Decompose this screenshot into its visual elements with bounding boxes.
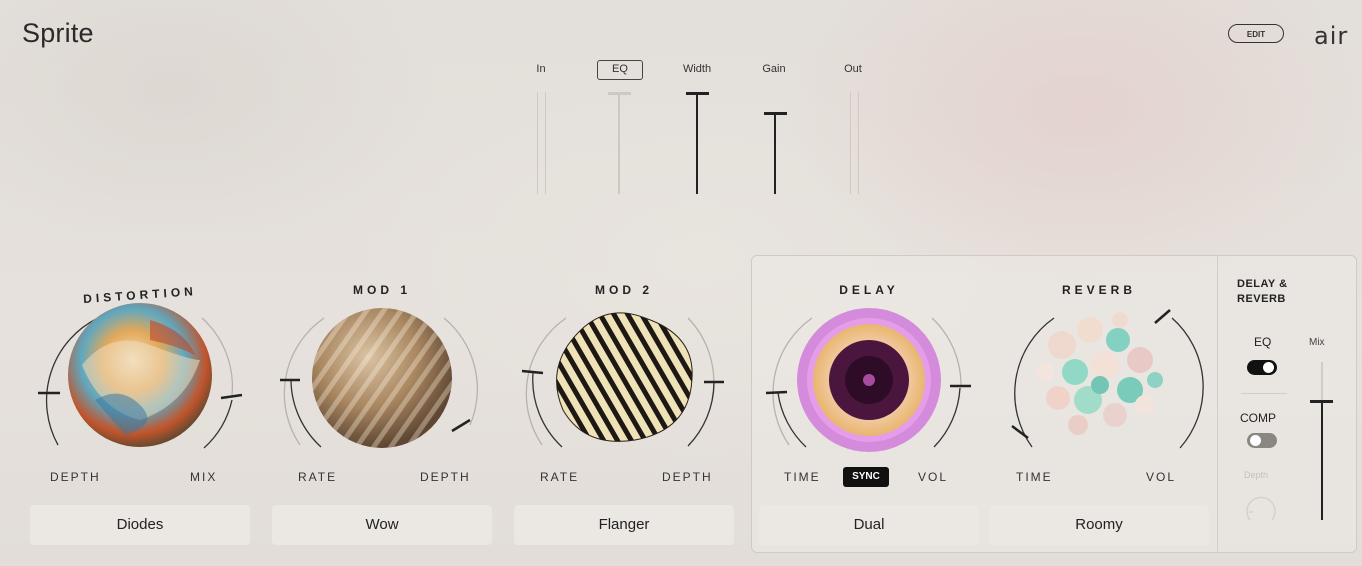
mod1-knob[interactable]: [280, 308, 478, 448]
reverb-preset-selector[interactable]: Roomy: [989, 505, 1209, 545]
plugin-title: Sprite: [22, 18, 94, 48]
delay-knob[interactable]: [765, 308, 971, 452]
eq-button[interactable]: EQ: [597, 60, 643, 80]
mix-fader-thumb[interactable]: [1310, 400, 1333, 403]
comp-depth-label: Depth: [1244, 470, 1269, 480]
distortion-preset-selector[interactable]: Diodes: [30, 505, 250, 545]
delay-reverb-heading: DELAY & REVERB: [1237, 277, 1288, 307]
delay-reverb-heading-line2: REVERB: [1237, 293, 1286, 305]
in-fader-label: In: [536, 63, 546, 75]
knobs-artwork: [38, 303, 1204, 452]
comp-depth-knob[interactable]: [1242, 490, 1280, 526]
side-separator: [1241, 393, 1287, 394]
mod2-title: MOD 2: [594, 283, 653, 297]
mod2-preset-selector[interactable]: Flanger: [514, 505, 734, 545]
edit-button[interactable]: EDIT: [1228, 24, 1284, 43]
comp-toggle-knob: [1250, 435, 1261, 446]
air-logo: air: [1314, 22, 1349, 50]
mod2-rate-label: RATE: [540, 470, 580, 484]
gain-fader-thumb[interactable]: [764, 112, 787, 115]
eq-toggle-label: EQ: [1254, 335, 1272, 349]
delay-title: DELAY: [839, 283, 899, 297]
eq-fader-thumb[interactable]: [608, 92, 631, 95]
mod1-rate-label: RATE: [298, 470, 338, 484]
delay-reverb-heading-line1: DELAY &: [1237, 278, 1288, 290]
width-fader[interactable]: [686, 92, 709, 194]
in-fader[interactable]: [537, 92, 546, 194]
delay-preset-selector[interactable]: Dual: [759, 505, 979, 545]
width-fader-label: Width: [682, 63, 712, 75]
mod2-knob[interactable]: [521, 312, 724, 448]
out-fader[interactable]: [850, 92, 859, 194]
mod1-preset-selector[interactable]: Wow: [272, 505, 492, 545]
eq-toggle[interactable]: [1247, 360, 1277, 375]
reverb-time-label: TIME: [1016, 470, 1053, 484]
out-fader-label: Out: [844, 63, 862, 75]
comp-toggle[interactable]: [1247, 433, 1277, 448]
reverb-title: REVERB: [1061, 283, 1136, 297]
delay-sync-toggle[interactable]: SYNC: [843, 467, 889, 487]
mod1-depth-label: DEPTH: [420, 470, 471, 484]
mix-fader-fill: [1321, 402, 1323, 520]
comp-toggle-label: COMP: [1240, 411, 1276, 425]
gain-fader[interactable]: [764, 112, 787, 194]
distortion-depth-label: DEPTH: [50, 470, 101, 484]
eq-fader[interactable]: [608, 92, 631, 194]
delay-time-label: TIME: [784, 470, 821, 484]
distortion-mix-label: MIX: [190, 470, 218, 484]
mod2-depth-label: DEPTH: [662, 470, 713, 484]
width-fader-thumb[interactable]: [686, 92, 709, 95]
gain-fader-label: Gain: [762, 63, 786, 75]
mod1-title: MOD 1: [352, 283, 411, 297]
reverb-vol-label: VOL: [1146, 470, 1177, 484]
distortion-knob[interactable]: [38, 303, 243, 449]
reverb-knob[interactable]: [1011, 309, 1204, 449]
delay-vol-label: VOL: [918, 470, 949, 484]
mix-fader-label: Mix: [1309, 337, 1325, 348]
eq-toggle-knob: [1263, 362, 1274, 373]
